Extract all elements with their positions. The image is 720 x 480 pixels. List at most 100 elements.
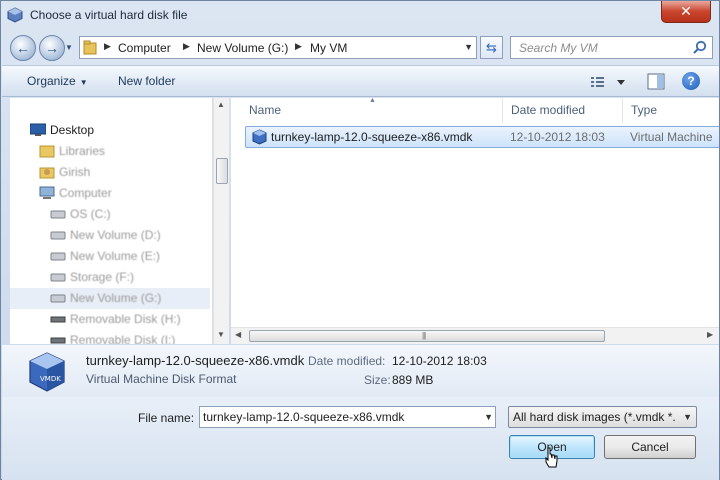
- nav-label: New Volume (D:): [70, 228, 161, 242]
- scroll-up-icon[interactable]: ▲: [217, 100, 225, 109]
- nav-item-drive-c[interactable]: OS (C:): [10, 204, 210, 225]
- file-type: Virtual Machine: [630, 130, 713, 144]
- computer-icon: [39, 186, 55, 199]
- address-bar[interactable]: ▶ Computer ▶ New Volume (G:) ▶ My VM ▼: [79, 36, 477, 59]
- nav-item-drive-f[interactable]: Storage (F:): [10, 267, 210, 288]
- vmdk-file-icon: [252, 129, 267, 145]
- organize-button[interactable]: Organize ▼: [27, 74, 88, 88]
- user-folder-icon: [39, 167, 55, 179]
- nav-item-drive-i[interactable]: Removable Disk (I:): [10, 330, 210, 344]
- search-placeholder: Search My VM: [519, 41, 598, 55]
- close-button[interactable]: ✕: [661, 1, 711, 23]
- column-header-label: Name: [249, 103, 282, 117]
- scrollbar-thumb[interactable]: [216, 158, 228, 184]
- command-toolbar: Organize ▼ New folder ?: [2, 65, 719, 97]
- help-icon: ?: [687, 74, 695, 88]
- file-type-filter-value: All hard disk images (*.vmdk *.vdi: [513, 410, 675, 424]
- preview-pane-icon[interactable]: [647, 73, 665, 90]
- nav-item-user[interactable]: Girish: [10, 162, 210, 183]
- svg-text:VMDK: VMDK: [40, 375, 61, 383]
- nav-label: Girish: [59, 165, 91, 179]
- removable-drive-icon: [50, 337, 66, 344]
- search-box[interactable]: Search My VM: [510, 36, 713, 59]
- drive-icon: [50, 294, 66, 303]
- file-list-horizontal-scrollbar[interactable]: ◀ ||| ▶: [231, 327, 719, 344]
- cancel-button[interactable]: Cancel: [604, 435, 696, 459]
- file-name-field[interactable]: [200, 407, 478, 427]
- window-title: Choose a virtual hard disk file: [30, 8, 188, 22]
- file-name: turnkey-lamp-12.0-squeeze-x86.vmdk: [271, 130, 473, 144]
- refresh-icon: ⇆: [486, 40, 497, 55]
- details-size-value: 889 MB: [392, 373, 434, 387]
- nav-label: Removable Disk (I:): [70, 333, 176, 344]
- dialog-footer: File name: ▼ All hard disk images (*.vmd…: [2, 397, 719, 480]
- refresh-button[interactable]: ⇆: [480, 36, 503, 59]
- column-header-type[interactable]: Type: [623, 98, 719, 123]
- nav-item-drive-g[interactable]: New Volume (G:): [10, 288, 210, 309]
- details-pane: VMDK turnkey-lamp-12.0-squeeze-x86.vmdk …: [2, 345, 719, 397]
- column-header-date[interactable]: Date modified: [503, 98, 623, 123]
- column-header-label: Date modified: [511, 103, 586, 117]
- view-options-icon[interactable]: [589, 73, 627, 91]
- back-button[interactable]: ←: [10, 35, 36, 61]
- column-header-label: Type: [631, 103, 658, 117]
- nav-item-desktop[interactable]: Desktop: [10, 120, 210, 141]
- file-row[interactable]: turnkey-lamp-12.0-squeeze-x86.vmdk 12-10…: [245, 126, 719, 148]
- address-row: ← → ▼ ▶ Computer ▶ New Volume (G:) ▶ My …: [1, 31, 719, 63]
- forward-button[interactable]: →: [39, 35, 65, 61]
- drive-icon: [50, 231, 66, 240]
- recent-locations-icon[interactable]: ▼: [65, 43, 75, 53]
- nav-item-libraries[interactable]: Libraries: [10, 141, 210, 162]
- back-arrow-icon: ←: [16, 40, 30, 56]
- nav-label: Computer: [59, 186, 112, 200]
- vmdk-file-large-icon: VMDK: [29, 352, 65, 392]
- drive-icon: [50, 210, 66, 219]
- removable-drive-icon: [50, 316, 66, 323]
- scroll-down-icon[interactable]: ▼: [217, 330, 225, 339]
- virtualbox-icon: [7, 7, 23, 23]
- navigation-pane[interactable]: Desktop Libraries Girish Computer OS (C:…: [10, 98, 213, 344]
- library-icon: [39, 145, 55, 158]
- chevron-down-icon[interactable]: ▼: [484, 412, 493, 422]
- forward-arrow-icon: →: [45, 40, 59, 56]
- new-folder-button[interactable]: New folder: [118, 74, 175, 88]
- nav-label: Removable Disk (H:): [70, 312, 181, 326]
- breadcrumb-my-vm[interactable]: My VM: [310, 41, 347, 55]
- file-date: 12-10-2012 18:03: [510, 130, 605, 144]
- chevron-down-icon[interactable]: ▼: [464, 42, 473, 52]
- file-list-pane[interactable]: ▲ Name Date modified Type turnkey-lamp-1…: [231, 98, 719, 344]
- nav-pane-scrollbar[interactable]: ▲ ▼: [213, 98, 229, 344]
- nav-label: New Volume (E:): [70, 249, 161, 263]
- close-icon: ✕: [680, 3, 692, 19]
- scrollbar-thumb[interactable]: |||: [249, 330, 605, 342]
- breadcrumb-separator-icon[interactable]: ▶: [295, 41, 302, 52]
- nav-item-drive-d[interactable]: New Volume (D:): [10, 225, 210, 246]
- drive-icon: [50, 252, 66, 261]
- column-header-name[interactable]: Name: [241, 98, 503, 123]
- nav-label: OS (C:): [70, 207, 111, 221]
- file-type-filter-select[interactable]: All hard disk images (*.vmdk *.vdi ▼: [508, 406, 697, 428]
- nav-item-drive-e[interactable]: New Volume (E:): [10, 246, 210, 267]
- scroll-left-icon[interactable]: ◀: [235, 330, 241, 339]
- nav-item-drive-h[interactable]: Removable Disk (H:): [10, 309, 210, 330]
- scroll-right-icon[interactable]: ▶: [707, 330, 713, 339]
- nav-item-computer[interactable]: Computer: [10, 183, 210, 204]
- nav-label: Libraries: [59, 144, 106, 158]
- file-name-combobox[interactable]: ▼: [199, 406, 496, 428]
- nav-label: New Volume (G:): [70, 291, 162, 305]
- breadcrumb-computer[interactable]: Computer: [118, 41, 171, 55]
- scrollbar-grip-icon: |||: [422, 331, 426, 340]
- breadcrumb-separator-icon[interactable]: ▶: [183, 41, 190, 52]
- details-file-name: turnkey-lamp-12.0-squeeze-x86.vmdk: [86, 353, 305, 368]
- breadcrumb-separator-icon[interactable]: ▶: [104, 41, 111, 52]
- search-icon: [693, 40, 707, 54]
- breadcrumb-new-volume[interactable]: New Volume (G:): [197, 41, 288, 55]
- chevron-down-icon: ▼: [79, 78, 88, 87]
- file-name-label: File name:: [138, 411, 195, 425]
- details-date-value: 12-10-2012 18:03: [392, 354, 487, 368]
- details-size-label: Size:: [364, 373, 391, 387]
- help-button[interactable]: ?: [682, 72, 700, 90]
- organize-label: Organize: [27, 74, 76, 88]
- file-dialog-window: Choose a virtual hard disk file ✕ ← → ▼ …: [0, 0, 720, 480]
- mouse-pointer-icon: [545, 447, 558, 468]
